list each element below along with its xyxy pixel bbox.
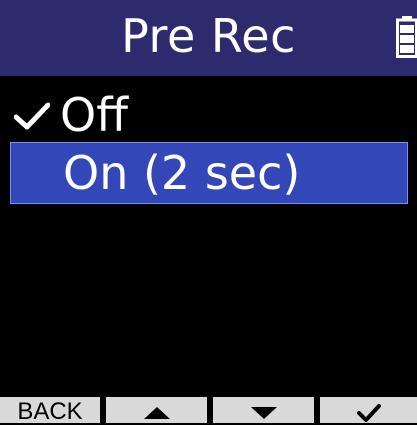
- device-screen: Pre Rec Off On (2 sec) BACK: [0, 0, 417, 425]
- page-title: Pre Rec: [121, 9, 296, 63]
- menu-item-label: Off: [60, 88, 128, 142]
- softkey-bar: BACK: [0, 397, 417, 425]
- menu-item-label: On (2 sec): [63, 146, 301, 200]
- title-bar: Pre Rec: [0, 0, 417, 76]
- down-button[interactable]: [213, 397, 314, 423]
- back-button-label: BACK: [17, 398, 83, 425]
- triangle-up-icon: [143, 407, 170, 419]
- enter-button[interactable]: [320, 397, 417, 423]
- menu-item-on-2-sec[interactable]: On (2 sec): [10, 142, 408, 204]
- triangle-down-icon: [250, 407, 277, 419]
- battery-icon: [396, 16, 417, 58]
- check-icon: [14, 102, 50, 130]
- back-button[interactable]: BACK: [0, 397, 100, 425]
- menu-item-off[interactable]: Off: [10, 84, 408, 146]
- check-icon: [356, 404, 381, 422]
- up-button[interactable]: [106, 397, 207, 423]
